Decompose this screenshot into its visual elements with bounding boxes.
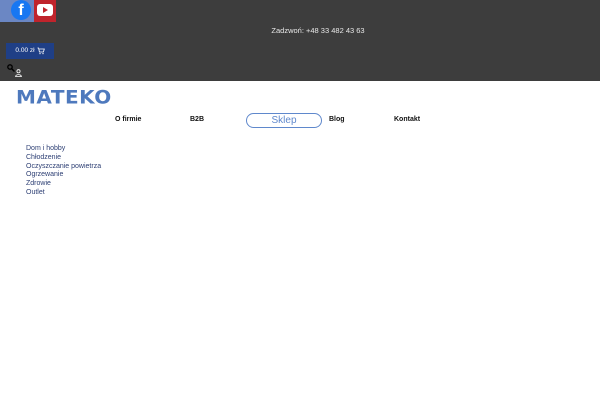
nav-blog[interactable]: Blog <box>329 115 345 125</box>
category-link[interactable]: Outlet <box>26 189 101 198</box>
nav-b2b[interactable]: B2B <box>190 115 204 125</box>
category-link[interactable]: Dom i hobby <box>26 145 101 154</box>
top-bar: f Zadzwoń: +48 33 482 43 63 0.00 zł <box>0 0 600 81</box>
category-link[interactable]: Zdrowie <box>26 180 101 189</box>
play-icon <box>43 7 48 13</box>
phone-number[interactable]: Zadzwoń: +48 33 482 43 63 <box>0 26 600 35</box>
youtube-link[interactable] <box>34 0 56 22</box>
category-link[interactable]: Ogrzewanie <box>26 171 101 180</box>
logo[interactable]: MATEKO <box>16 86 112 109</box>
nav-kontakt[interactable]: Kontakt <box>394 115 420 125</box>
facebook-icon: f <box>11 0 31 20</box>
cart-icon <box>37 47 45 55</box>
search-icon[interactable] <box>7 64 15 72</box>
category-link[interactable]: Oczyszczanie powietrza <box>26 163 101 172</box>
nav-o-firmie[interactable]: O firmie <box>115 115 141 125</box>
facebook-link[interactable]: f <box>0 0 34 22</box>
cart-total: 0.00 zł <box>15 47 35 54</box>
nav-sklep[interactable]: Sklep <box>246 113 322 128</box>
category-list: Dom i hobby Chłodzenie Oczyszczanie powi… <box>26 145 101 198</box>
category-link[interactable]: Chłodzenie <box>26 154 101 163</box>
user-icon[interactable] <box>15 69 22 77</box>
social-links: f <box>0 0 56 22</box>
cart-button[interactable]: 0.00 zł <box>6 43 54 59</box>
